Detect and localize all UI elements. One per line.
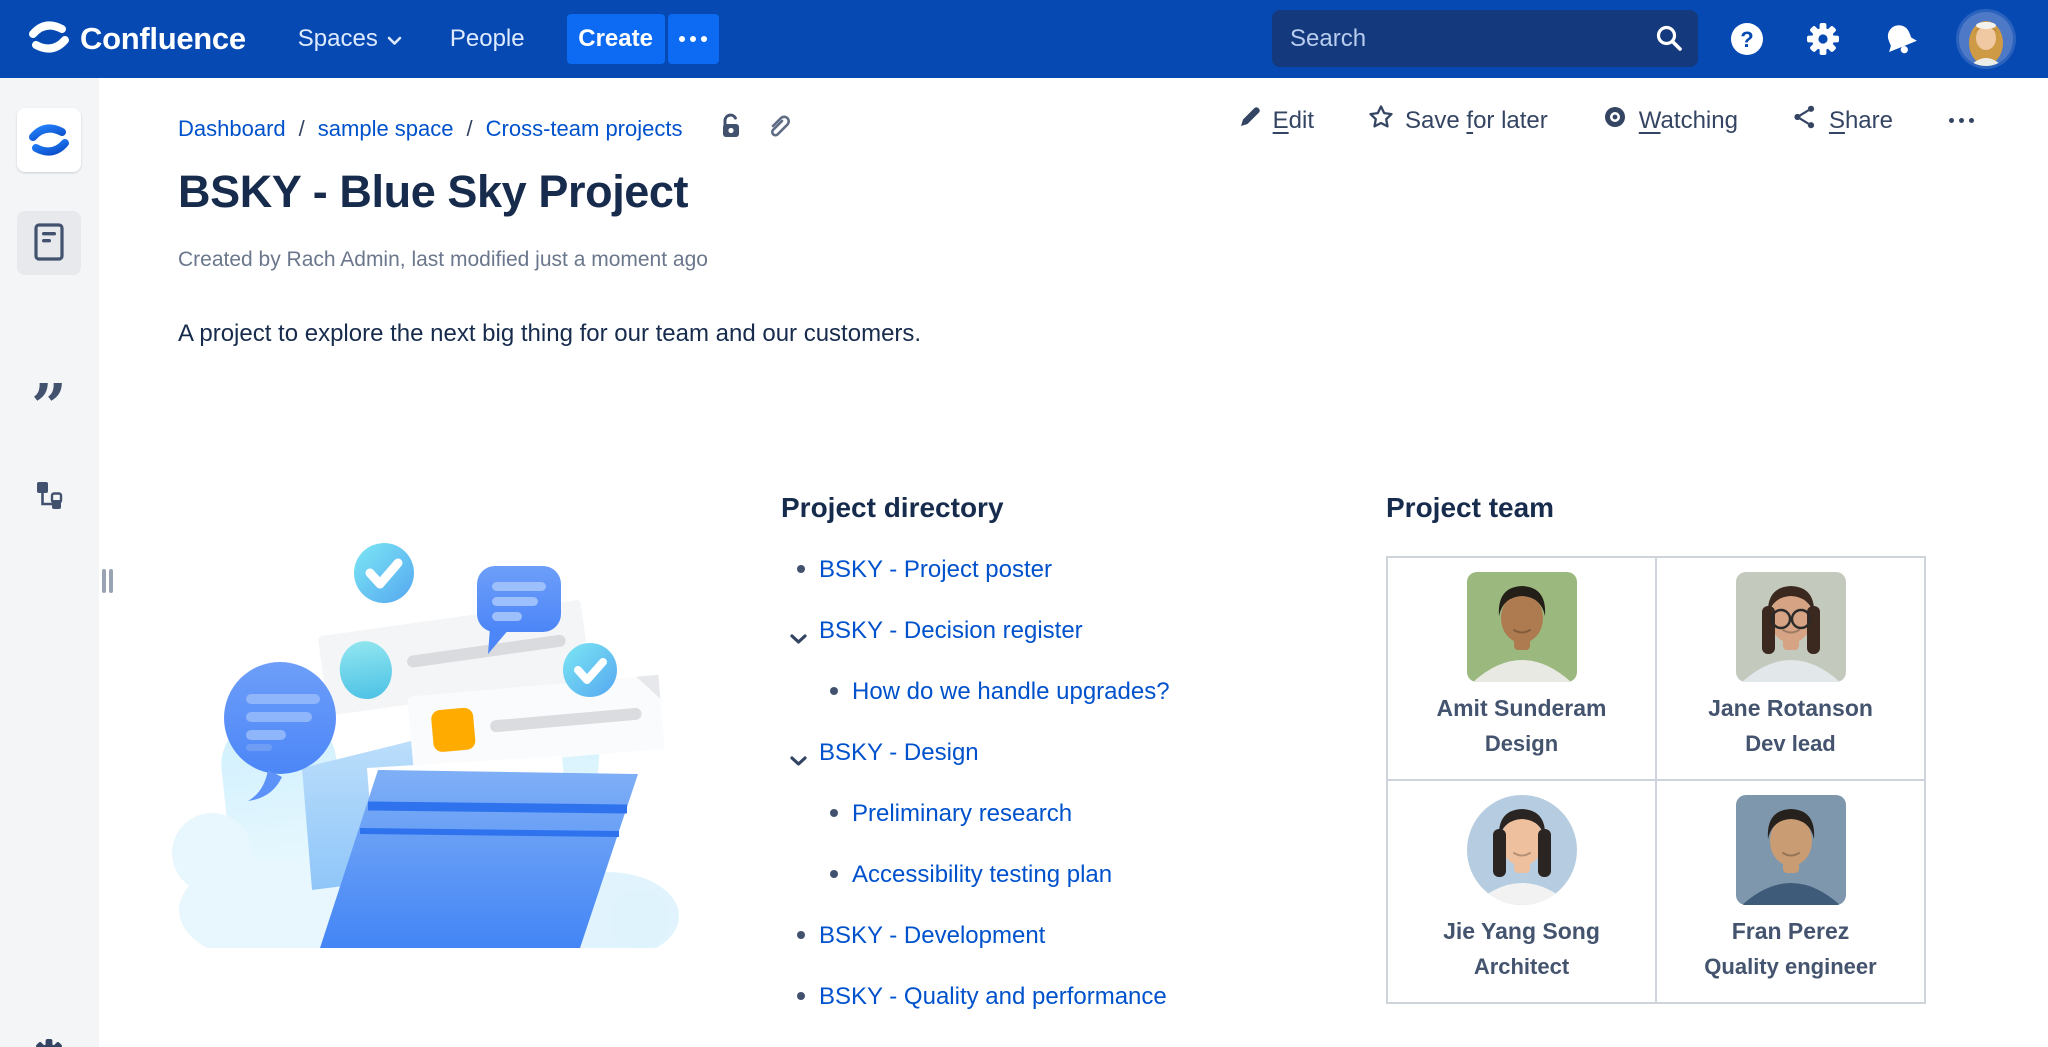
member-role: Design — [1485, 731, 1558, 757]
team-member: Fran Perez Quality engineer — [1657, 781, 1924, 980]
directory-list: BSKY - Project poster BSKY - Decision re… — [781, 556, 1351, 1009]
page-title: BSKY - Blue Sky Project — [178, 166, 688, 218]
nav-people[interactable]: People — [450, 25, 525, 53]
directory-link[interactable]: Preliminary research — [852, 800, 1072, 827]
share-icon — [1792, 104, 1818, 137]
member-photo — [1736, 572, 1846, 682]
chevron-down-icon[interactable] — [789, 624, 808, 652]
folder-illustration — [172, 518, 687, 953]
sidebar-resize-handle[interactable] — [99, 566, 115, 596]
team-table: Amit Sunderam Design — [1386, 556, 1926, 1004]
member-photo — [1467, 572, 1577, 682]
confluence-mark-icon — [28, 20, 70, 59]
team-member: Amit Sunderam Design — [1388, 558, 1655, 757]
attachment-icon[interactable] — [765, 112, 793, 146]
list-item: BSKY - Project poster — [781, 556, 1351, 582]
sidebar-item-blog[interactable]: ” — [17, 378, 81, 442]
star-icon — [1368, 104, 1394, 137]
more-icon — [679, 36, 707, 42]
team-member: Jie Yang Song Architect — [1388, 781, 1655, 980]
project-directory-section: Project directory BSKY - Project poster … — [781, 492, 1351, 1044]
directory-link[interactable]: BSKY - Project poster — [819, 556, 1052, 583]
bullet-icon — [797, 931, 805, 939]
chevron-down-icon — [387, 25, 402, 53]
list-item: Preliminary research — [781, 800, 1351, 826]
directory-link[interactable]: Accessibility testing plan — [852, 861, 1112, 888]
page-byline: Created by Rach Admin, last modified jus… — [178, 248, 708, 272]
breadcrumb-dashboard[interactable]: Dashboard — [178, 116, 286, 142]
chevron-down-icon[interactable] — [789, 746, 808, 774]
pages-icon — [34, 223, 64, 264]
directory-link[interactable]: BSKY - Decision register — [819, 617, 1083, 644]
create-button[interactable]: Create — [567, 14, 665, 64]
directory-heading: Project directory — [781, 492, 1351, 524]
page-actions: Edit Save for later Watching — [1238, 104, 1976, 137]
bell-icon[interactable] — [1880, 19, 1920, 59]
confluence-logo[interactable]: Confluence — [28, 20, 246, 59]
create-more-button[interactable] — [668, 14, 719, 64]
help-icon[interactable]: ? — [1727, 19, 1767, 59]
unlocked-icon[interactable] — [717, 112, 745, 146]
page-tree-icon — [35, 481, 63, 512]
brand-name: Confluence — [80, 21, 246, 57]
member-name: Amit Sunderam — [1437, 695, 1607, 722]
breadcrumb-parent-page[interactable]: Cross-team projects — [486, 116, 683, 142]
list-item: BSKY - Decision register — [781, 617, 1351, 643]
search-input[interactable] — [1272, 10, 1698, 67]
directory-link[interactable]: BSKY - Design — [819, 739, 979, 766]
directory-link[interactable]: How do we handle upgrades? — [852, 678, 1170, 705]
table-cell: Fran Perez Quality engineer — [1656, 780, 1925, 1003]
project-team-section: Project team — [1386, 492, 1926, 1004]
member-role: Architect — [1474, 954, 1569, 980]
table-cell: Jane Rotanson Dev lead — [1656, 557, 1925, 780]
member-name: Fran Perez — [1732, 918, 1850, 945]
table-cell: Amit Sunderam Design — [1387, 557, 1656, 780]
watching-button[interactable]: Watching — [1602, 104, 1738, 137]
save-for-later-button[interactable]: Save for later — [1368, 104, 1548, 137]
space-logo-icon[interactable] — [17, 108, 81, 172]
team-member: Jane Rotanson Dev lead — [1657, 558, 1924, 757]
bullet-icon — [830, 687, 838, 695]
confluence-page: Confluence Spaces People Create — [0, 0, 2048, 1047]
member-name: Jie Yang Song — [1443, 918, 1600, 945]
page-more-icon[interactable] — [1947, 110, 1976, 131]
list-item: Accessibility testing plan — [781, 861, 1351, 887]
space-sidebar: ” — [0, 78, 99, 1047]
member-photo — [1467, 795, 1577, 905]
search-icon[interactable] — [1654, 23, 1684, 58]
sidebar-item-pages[interactable] — [17, 211, 81, 275]
team-heading: Project team — [1386, 492, 1926, 524]
list-item: BSKY - Design — [781, 739, 1351, 765]
list-item: How do we handle upgrades? — [781, 678, 1351, 704]
directory-link[interactable]: BSKY - Development — [819, 922, 1045, 949]
table-cell: Jie Yang Song Architect — [1387, 780, 1656, 1003]
breadcrumb: Dashboard / sample space / Cross-team pr… — [178, 112, 793, 146]
list-item: BSKY - Quality and performance — [781, 983, 1351, 1009]
pencil-icon — [1238, 105, 1262, 136]
space-settings-gear-icon[interactable] — [17, 1023, 81, 1047]
search-box — [1272, 10, 1698, 67]
breadcrumb-space[interactable]: sample space — [318, 116, 454, 142]
eye-icon — [1602, 104, 1628, 137]
member-name: Jane Rotanson — [1708, 695, 1873, 722]
gear-icon[interactable] — [1803, 19, 1843, 59]
avatar[interactable] — [1956, 9, 2016, 69]
member-role: Quality engineer — [1704, 954, 1876, 980]
directory-link[interactable]: BSKY - Quality and performance — [819, 983, 1167, 1010]
bullet-icon — [830, 809, 838, 817]
list-item: BSKY - Development — [781, 922, 1351, 948]
svg-text:?: ? — [1740, 27, 1753, 52]
edit-button[interactable]: Edit — [1238, 105, 1314, 136]
sidebar-item-page-tree[interactable] — [17, 464, 81, 528]
blog-quotes-icon: ” — [31, 387, 67, 433]
member-role: Dev lead — [1745, 731, 1836, 757]
member-photo — [1736, 795, 1846, 905]
bullet-icon — [797, 992, 805, 1000]
nav-spaces[interactable]: Spaces — [298, 25, 402, 53]
page-intro: A project to explore the next big thing … — [178, 320, 921, 348]
bullet-icon — [830, 870, 838, 878]
share-button[interactable]: Share — [1792, 104, 1893, 137]
bullet-icon — [797, 565, 805, 573]
top-navigation-bar: Confluence Spaces People Create — [0, 0, 2048, 78]
